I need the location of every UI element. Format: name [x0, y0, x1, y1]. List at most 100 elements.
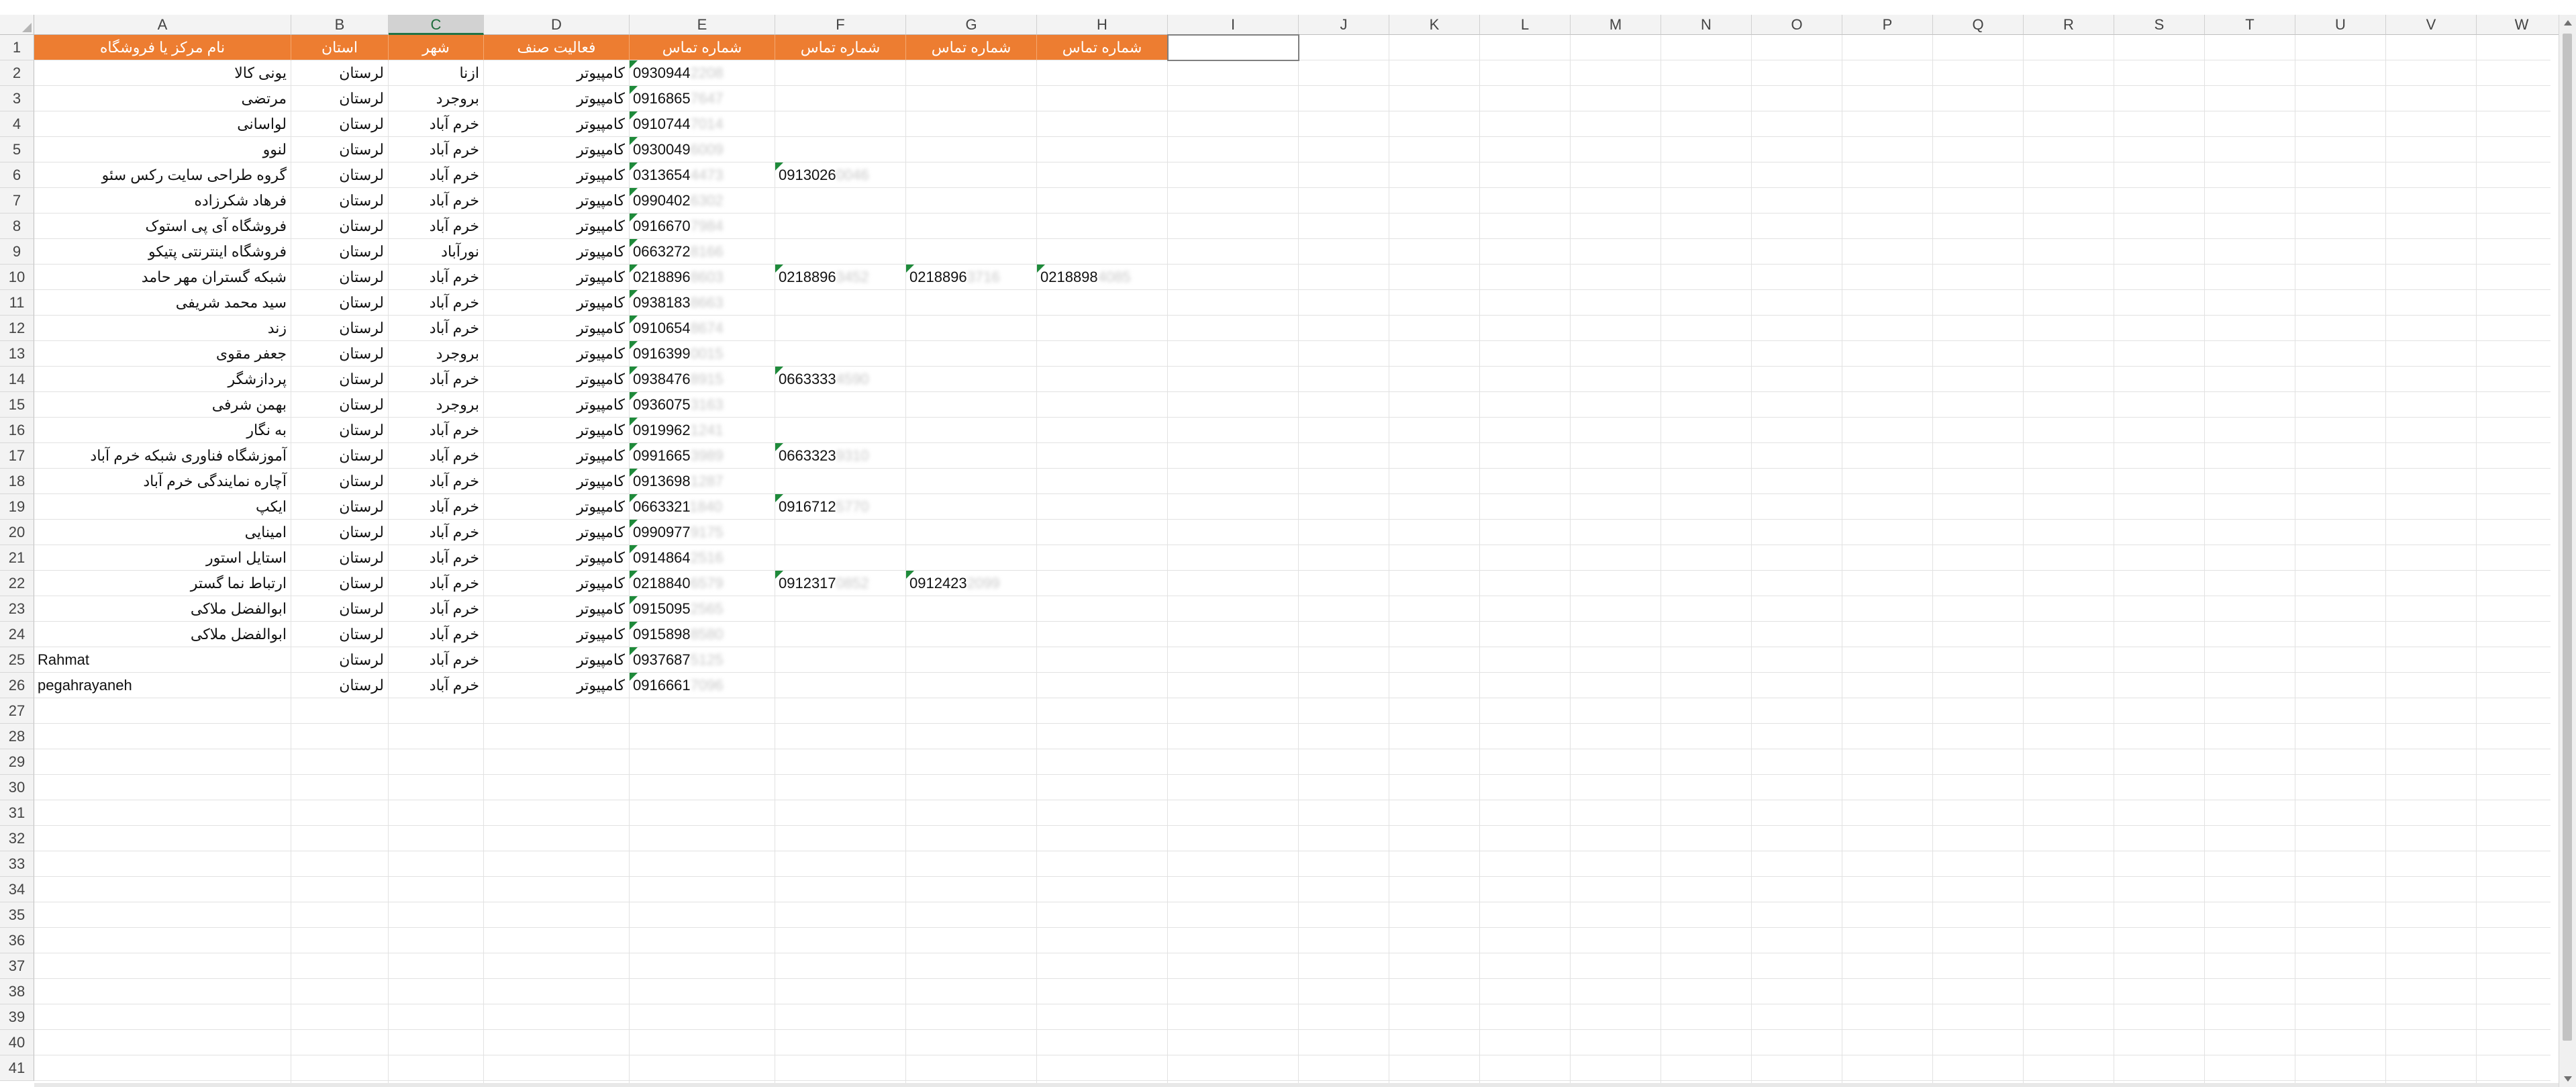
cell-name[interactable]: ابوالفضل ملاکی: [34, 622, 291, 647]
cell-name[interactable]: بهمن شرفی: [34, 392, 291, 418]
cell-province[interactable]: لرستان: [291, 571, 389, 596]
cell-name[interactable]: لنوو: [34, 137, 291, 162]
cell-phone[interactable]: 09360753163: [630, 392, 775, 418]
column-header-b[interactable]: B: [291, 15, 389, 35]
cell-city[interactable]: خرم آباد: [389, 214, 484, 239]
cell-activity[interactable]: کامپیوتر: [484, 316, 630, 341]
column-header-a[interactable]: A: [34, 15, 291, 35]
row-header-35[interactable]: 35: [0, 902, 34, 928]
column-header-p[interactable]: P: [1842, 15, 1933, 35]
row-header-13[interactable]: 13: [0, 341, 34, 367]
cell-phone[interactable]: 09136981287: [630, 469, 775, 494]
cell-province[interactable]: لرستان: [291, 418, 389, 443]
row-header-31[interactable]: 31: [0, 800, 34, 826]
cell-province[interactable]: لرستان: [291, 239, 389, 265]
cell-name[interactable]: ارتباط نما گستر: [34, 571, 291, 596]
vertical-scrollbar[interactable]: [2559, 15, 2576, 1087]
row-header-2[interactable]: 2: [0, 60, 34, 86]
cell-phone[interactable]: 09168657647: [630, 86, 775, 111]
scroll-down-arrow-icon[interactable]: [2564, 1076, 2572, 1082]
cell-province[interactable]: لرستان: [291, 494, 389, 520]
cell-phone[interactable]: 09166707984: [630, 214, 775, 239]
cell-province[interactable]: لرستان: [291, 367, 389, 392]
cell-province[interactable]: لرستان: [291, 341, 389, 367]
cell-city[interactable]: خرم آباد: [389, 571, 484, 596]
cell-phone[interactable]: 06633239310: [775, 443, 906, 469]
cell-name[interactable]: به نگار: [34, 418, 291, 443]
header-cell-b[interactable]: استان: [291, 35, 389, 60]
spreadsheet-grid[interactable]: A B C D E F G H I J K L M N O P Q R S T U V W 1 2 3 4 5 6 7 8 9 10 11 12 13…: [0, 0, 2567, 1087]
cell-activity[interactable]: کامپیوتر: [484, 214, 630, 239]
row-header-1[interactable]: 1: [0, 35, 34, 60]
row-header-39[interactable]: 39: [0, 1004, 34, 1030]
row-header-16[interactable]: 16: [0, 418, 34, 443]
cell-name[interactable]: استایل استور: [34, 545, 291, 571]
column-header-e[interactable]: E: [630, 15, 775, 35]
cell-phone[interactable]: 09130260046: [775, 162, 906, 188]
row-header-40[interactable]: 40: [0, 1030, 34, 1055]
column-header-i[interactable]: I: [1168, 15, 1299, 35]
header-cell-e[interactable]: شماره تماس: [630, 35, 775, 60]
cell-phone[interactable]: 02188963716: [906, 265, 1037, 290]
column-header-f[interactable]: F: [775, 15, 906, 35]
cell-province[interactable]: لرستان: [291, 622, 389, 647]
cell-city[interactable]: نورآباد: [389, 239, 484, 265]
cell-activity[interactable]: کامپیوتر: [484, 111, 630, 137]
cell-province[interactable]: لرستان: [291, 673, 389, 698]
row-header-7[interactable]: 7: [0, 188, 34, 214]
row-header-36[interactable]: 36: [0, 928, 34, 953]
cell-name[interactable]: گروه طراحی سایت رکس سئو: [34, 162, 291, 188]
cell-name[interactable]: مرتضی: [34, 86, 291, 111]
cell-activity[interactable]: کامپیوتر: [484, 341, 630, 367]
cell-city[interactable]: بروجرد: [389, 392, 484, 418]
row-header-26[interactable]: 26: [0, 673, 34, 698]
cell-activity[interactable]: کامپیوتر: [484, 392, 630, 418]
cell-province[interactable]: لرستان: [291, 265, 389, 290]
cell-city[interactable]: خرم آباد: [389, 469, 484, 494]
column-header-v[interactable]: V: [2386, 15, 2477, 35]
column-header-h[interactable]: H: [1037, 15, 1168, 35]
column-header-d[interactable]: D: [484, 15, 630, 35]
cell-city[interactable]: خرم آباد: [389, 647, 484, 673]
header-cell-d[interactable]: فعالیت صنف: [484, 35, 630, 60]
cell-phone[interactable]: 09150952565: [630, 596, 775, 622]
row-header-21[interactable]: 21: [0, 545, 34, 571]
cell-activity[interactable]: کامپیوتر: [484, 545, 630, 571]
cell-phone[interactable]: 09199621241: [630, 418, 775, 443]
cell-name[interactable]: فرهاد شکرزاده: [34, 188, 291, 214]
row-header-37[interactable]: 37: [0, 953, 34, 979]
row-header-18[interactable]: 18: [0, 469, 34, 494]
cell-activity[interactable]: کامپیوتر: [484, 418, 630, 443]
cell-name[interactable]: امینایی: [34, 520, 291, 545]
column-header-w[interactable]: W: [2477, 15, 2567, 35]
cell-phone[interactable]: 02188406579: [630, 571, 775, 596]
cell-phone[interactable]: 09106548674: [630, 316, 775, 341]
cell-phone[interactable]: 09300496009: [630, 137, 775, 162]
cell-name[interactable]: آموزشگاه فناوری شبکه خرم آباد: [34, 443, 291, 469]
cell-name[interactable]: پردازشگر: [34, 367, 291, 392]
column-header-u[interactable]: U: [2295, 15, 2386, 35]
row-header-38[interactable]: 38: [0, 979, 34, 1004]
cell-activity[interactable]: کامپیوتر: [484, 520, 630, 545]
cell-phone[interactable]: 09123170852: [775, 571, 906, 596]
cell-province[interactable]: لرستان: [291, 111, 389, 137]
cell-city[interactable]: خرم آباد: [389, 545, 484, 571]
cell-activity[interactable]: کامپیوتر: [484, 239, 630, 265]
cell-name[interactable]: لواسانی: [34, 111, 291, 137]
cell-city[interactable]: خرم آباد: [389, 673, 484, 698]
cell-city[interactable]: بروجرد: [389, 341, 484, 367]
scroll-up-arrow-icon[interactable]: [2564, 20, 2572, 26]
cell-phone[interactable]: 03136544473: [630, 162, 775, 188]
row-header-27[interactable]: 27: [0, 698, 34, 724]
cell-province[interactable]: لرستان: [291, 647, 389, 673]
row-header-14[interactable]: 14: [0, 367, 34, 392]
cell-activity[interactable]: کامپیوتر: [484, 188, 630, 214]
column-header-s[interactable]: S: [2114, 15, 2205, 35]
cell-name[interactable]: جعفر مقوی: [34, 341, 291, 367]
row-header-23[interactable]: 23: [0, 596, 34, 622]
column-header-r[interactable]: R: [2024, 15, 2114, 35]
row-header-41[interactable]: 41: [0, 1055, 34, 1081]
cell-name[interactable]: زند: [34, 316, 291, 341]
cell-phone[interactable]: 06633211840: [630, 494, 775, 520]
cell-name[interactable]: ایکپ: [34, 494, 291, 520]
